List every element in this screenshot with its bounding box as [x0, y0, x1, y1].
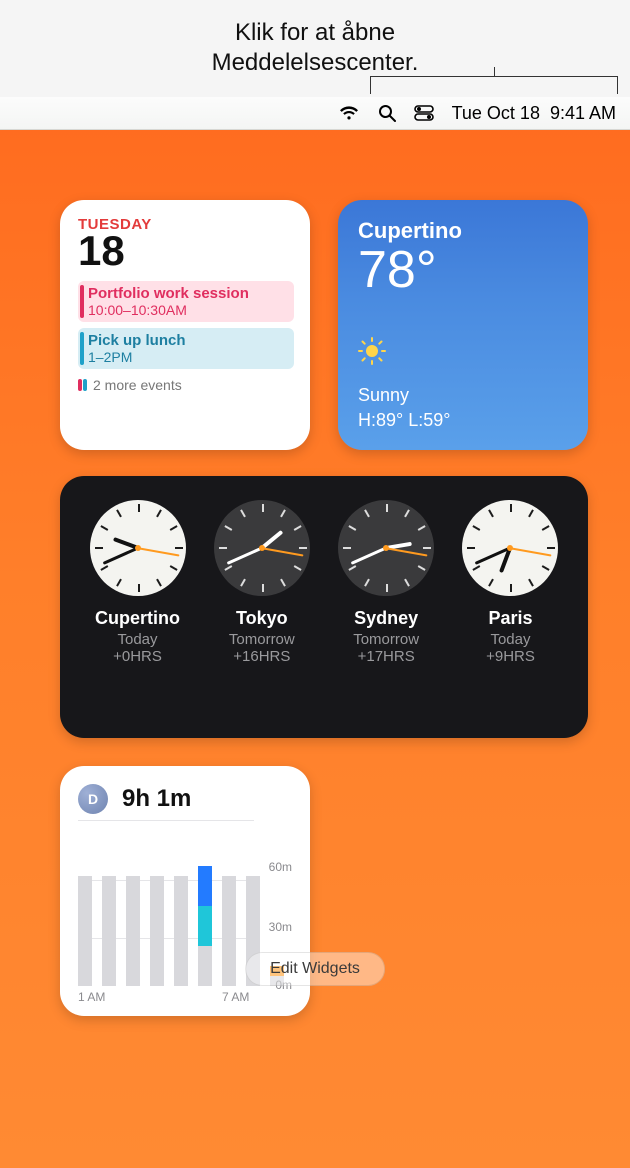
- annotation-bracket: [370, 76, 618, 94]
- search-icon[interactable]: [378, 104, 396, 122]
- weather-temp: 78°: [358, 240, 568, 300]
- annotation-line-2: Meddelelsescenter.: [0, 48, 630, 78]
- menubar-datetime[interactable]: Tue Oct 18 9:41 AM: [452, 103, 616, 124]
- clock-face: [90, 500, 186, 596]
- clock-day: Tomorrow: [229, 631, 295, 648]
- screentime-total: 9h 1m: [122, 785, 191, 813]
- clock-offset: +0HRS: [113, 648, 162, 665]
- clock-city: Sydney: [354, 608, 418, 629]
- clock-offset: +16HRS: [233, 648, 290, 665]
- weather-condition: Sunny: [358, 383, 568, 407]
- screentime-bar: [126, 876, 140, 986]
- clock-face: [214, 500, 310, 596]
- clock-day: Today: [117, 631, 157, 648]
- calendar-more-label: 2 more events: [93, 377, 182, 393]
- calendar-event-time: 10:00–10:30AM: [88, 302, 286, 318]
- world-clock-widget[interactable]: CupertinoToday+0HRSTokyoTomorrow+16HRSSy…: [60, 476, 588, 738]
- weather-widget[interactable]: Cupertino 78° Sunny H:89° L:59°: [338, 200, 588, 450]
- clock-cupertino[interactable]: Cupertino Today+0HRS: [80, 500, 195, 724]
- clock-city: Tokyo: [236, 608, 288, 629]
- calendar-date: 18: [78, 227, 294, 275]
- yaxis-label: 60m: [269, 860, 292, 874]
- xaxis-label: 1 AM: [78, 990, 108, 1004]
- clock-day: Tomorrow: [353, 631, 419, 648]
- menubar-time: 9:41 AM: [550, 103, 616, 124]
- clock-city: Cupertino: [95, 608, 180, 629]
- clock-paris[interactable]: Paris Today+9HRS: [453, 500, 568, 724]
- menubar: Tue Oct 18 9:41 AM: [0, 97, 630, 130]
- screentime-bar: [222, 876, 236, 986]
- control-center-icon[interactable]: [414, 105, 434, 121]
- clock-face: [462, 500, 558, 596]
- screentime-bar: [174, 876, 188, 986]
- screentime-bar: [78, 876, 92, 986]
- annotation-line-1: Klik for at åbne: [0, 18, 630, 48]
- notification-center: TUESDAY 18 Portfolio work session 10:00–…: [0, 130, 630, 1016]
- yaxis-label: 30m: [269, 920, 292, 934]
- weather-hilo: H:89° L:59°: [358, 408, 568, 432]
- clock-tokyo[interactable]: Tokyo Tomorrow+16HRS: [204, 500, 319, 724]
- clock-sydney[interactable]: Sydney Tomorrow+17HRS: [329, 500, 444, 724]
- calendar-event-time: 1–2PM: [88, 349, 286, 365]
- wifi-icon[interactable]: [338, 105, 360, 121]
- sun-icon: [358, 337, 386, 370]
- clock-offset: +9HRS: [486, 648, 535, 665]
- calendar-more-events[interactable]: 2 more events: [78, 377, 294, 393]
- menubar-date: Tue Oct 18: [452, 103, 540, 124]
- calendar-more-dots: [78, 379, 87, 391]
- annotation-text: Klik for at åbne Meddelelsescenter.: [0, 18, 630, 78]
- calendar-event-title: Pick up lunch: [88, 332, 286, 349]
- clock-face: [338, 500, 434, 596]
- screentime-bar: [150, 876, 164, 986]
- clock-offset: +17HRS: [358, 648, 415, 665]
- avatar: D: [78, 784, 108, 814]
- clock-day: Today: [490, 631, 530, 648]
- clock-city: Paris: [488, 608, 532, 629]
- edit-widgets-button[interactable]: Edit Widgets: [245, 952, 385, 986]
- calendar-widget[interactable]: TUESDAY 18 Portfolio work session 10:00–…: [60, 200, 310, 450]
- calendar-event-title: Portfolio work session: [88, 285, 286, 302]
- calendar-event[interactable]: Pick up lunch 1–2PM: [78, 328, 294, 369]
- screentime-bar: [198, 866, 212, 986]
- xaxis-label: 7 AM: [222, 990, 249, 1004]
- calendar-event[interactable]: Portfolio work session 10:00–10:30AM: [78, 281, 294, 322]
- screentime-bar: [102, 876, 116, 986]
- desktop: Tue Oct 18 9:41 AM TUESDAY 18 Portfolio …: [0, 97, 630, 1168]
